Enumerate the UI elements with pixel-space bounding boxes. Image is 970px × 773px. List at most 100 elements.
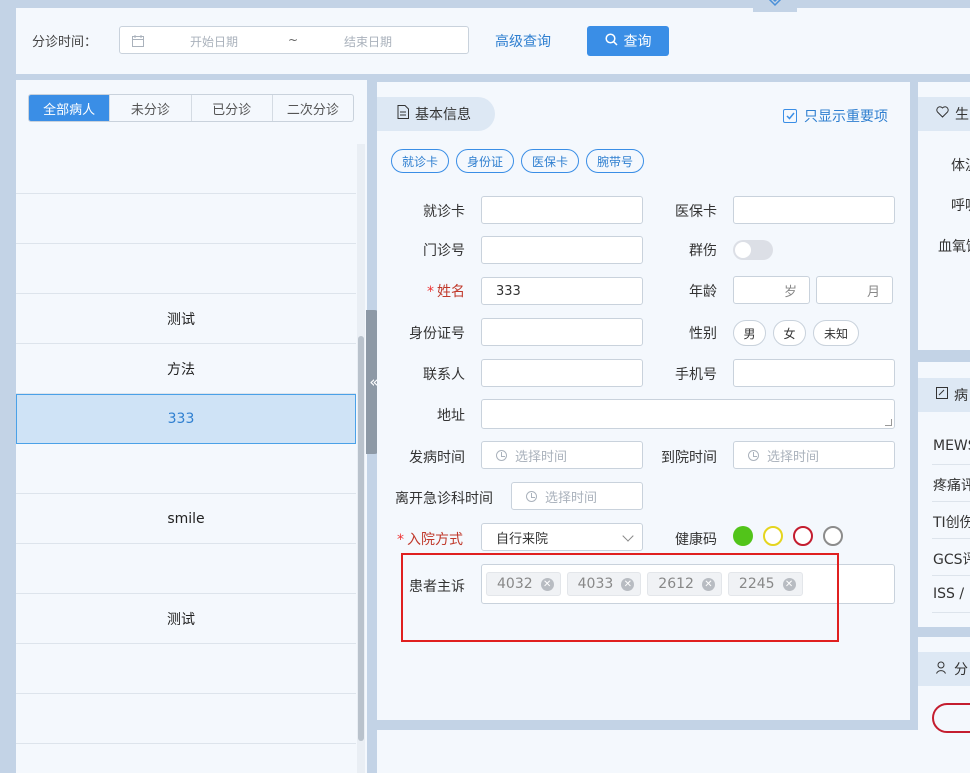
- triage-time-label: 分诊时间：: [32, 35, 98, 50]
- vitals-temp-label: 体温: [951, 158, 970, 174]
- divider: [932, 575, 970, 576]
- divider: [932, 538, 970, 539]
- chip-id-card[interactable]: 身份证: [456, 149, 515, 173]
- score-header: 病: [918, 378, 970, 412]
- search-icon: [604, 32, 618, 50]
- insurance-card-input[interactable]: [733, 196, 895, 224]
- chip-insurance-card[interactable]: 医保卡: [521, 149, 580, 173]
- edit-icon: [936, 387, 948, 403]
- divider: [932, 501, 970, 502]
- patient-list: 测试 方法 333 smile 测试: [16, 144, 356, 744]
- score-gcs[interactable]: GCS评: [933, 549, 970, 569]
- list-item[interactable]: 测试: [16, 594, 356, 644]
- clock-icon: [526, 490, 537, 502]
- triage-header: 分: [918, 652, 970, 686]
- name-input[interactable]: 333: [481, 277, 643, 305]
- visit-card-input[interactable]: [481, 196, 643, 224]
- document-icon: [397, 105, 409, 123]
- card-type-chips: 就诊卡 身份证 医保卡 腕带号: [391, 149, 645, 173]
- arrival-time-input[interactable]: 选择时间: [733, 441, 895, 469]
- age-months-input[interactable]: 月: [816, 276, 893, 304]
- phone-label: 手机号: [675, 367, 717, 383]
- tab-not-triaged[interactable]: 未分诊: [110, 95, 192, 121]
- arrival-time-label: 到院时间: [661, 450, 717, 466]
- end-date-input[interactable]: 结束日期: [344, 33, 392, 50]
- list-item[interactable]: 测试: [16, 294, 356, 344]
- date-range-picker[interactable]: 开始日期 ~ 结束日期: [119, 26, 469, 54]
- filter-bar: 分诊时间： 开始日期 ~ 结束日期 高级查询 查询: [16, 8, 970, 74]
- patient-list-scrollbar[interactable]: [357, 144, 365, 773]
- list-item[interactable]: [16, 194, 356, 244]
- gender-male-button[interactable]: 男: [733, 320, 766, 346]
- admission-mode-select[interactable]: 自行来院: [481, 523, 643, 551]
- vitals-panel: 生 体温 呼吸 血氧饱: [918, 82, 970, 350]
- chip-visit-card[interactable]: 就诊卡: [391, 149, 450, 173]
- patient-list-panel: 全部病人 未分诊 已分诊 二次分诊 测试 方法 333 smile 测试: [16, 80, 367, 773]
- mass-injury-label: 群伤: [689, 243, 717, 259]
- health-code-yellow[interactable]: [763, 526, 783, 546]
- only-important-checkbox[interactable]: 只显示重要项: [783, 106, 888, 126]
- leave-time-input[interactable]: 选择时间: [511, 482, 643, 510]
- tab-triaged[interactable]: 已分诊: [192, 95, 273, 121]
- list-item[interactable]: [16, 644, 356, 694]
- list-item[interactable]: smile: [16, 494, 356, 544]
- insurance-card-label: 医保卡: [675, 204, 717, 220]
- date-separator: ~: [288, 33, 299, 47]
- health-code-gray[interactable]: [823, 526, 843, 546]
- calendar-icon: [132, 35, 144, 51]
- list-item[interactable]: 方法: [16, 344, 356, 394]
- gender-label: 性别: [689, 326, 717, 342]
- list-item-selected[interactable]: 333: [16, 394, 356, 444]
- chevron-down-icon: [768, 0, 782, 7]
- score-ti[interactable]: TI创伤: [933, 512, 970, 532]
- divider: [932, 464, 970, 465]
- chip-wristband[interactable]: 腕带号: [586, 149, 645, 173]
- age-years-input[interactable]: 岁: [733, 276, 810, 304]
- admission-mode-label: * 入院方式: [397, 532, 463, 548]
- leave-time-label: 离开急诊科时间: [395, 491, 493, 507]
- chevron-down-icon: [622, 530, 634, 542]
- score-mews[interactable]: MEWS: [933, 438, 970, 454]
- advanced-search-link[interactable]: 高级查询: [495, 31, 551, 51]
- address-label: 地址: [437, 408, 465, 424]
- health-code-label: 健康码: [675, 532, 717, 548]
- tab-all-patients[interactable]: 全部病人: [29, 95, 111, 121]
- tab-secondary-triage[interactable]: 二次分诊: [273, 95, 353, 121]
- highlight-box: [401, 553, 839, 642]
- list-item[interactable]: [16, 544, 356, 594]
- start-date-input[interactable]: 开始日期: [190, 33, 238, 50]
- divider: [932, 612, 970, 613]
- triage-level-button[interactable]: [932, 703, 970, 733]
- gender-female-button[interactable]: 女: [773, 320, 806, 346]
- checkbox-checked-icon: [783, 109, 797, 123]
- onset-time-input[interactable]: 选择时间: [481, 441, 643, 469]
- search-button[interactable]: 查询: [587, 26, 669, 56]
- phone-input[interactable]: [733, 359, 895, 387]
- onset-time-label: 发病时间: [409, 450, 465, 466]
- contact-input[interactable]: [481, 359, 643, 387]
- search-button-label: 查询: [623, 34, 652, 50]
- address-textarea[interactable]: [481, 399, 895, 429]
- id-no-input[interactable]: [481, 318, 643, 346]
- score-iss[interactable]: ISS /: [933, 586, 964, 602]
- list-item[interactable]: [16, 244, 356, 294]
- only-important-label: 只显示重要项: [804, 109, 888, 125]
- health-code-green[interactable]: [733, 526, 753, 546]
- outpatient-no-input[interactable]: [481, 236, 643, 264]
- vitals-resp-label: 呼吸: [951, 198, 970, 214]
- name-label: * 姓名: [427, 284, 465, 300]
- list-item[interactable]: [16, 694, 356, 744]
- scrollbar-thumb[interactable]: [358, 336, 364, 741]
- mass-injury-toggle[interactable]: [733, 240, 773, 260]
- filter-collapse-handle[interactable]: [753, 0, 797, 12]
- list-item[interactable]: [16, 144, 356, 194]
- gender-unknown-button[interactable]: 未知: [813, 320, 859, 346]
- vitals-spo2-label: 血氧饱: [938, 239, 970, 255]
- age-label: 年龄: [689, 284, 717, 300]
- bottom-panel: [377, 730, 970, 773]
- patient-filter-tabs: 全部病人 未分诊 已分诊 二次分诊: [28, 94, 354, 122]
- id-no-label: 身份证号: [409, 326, 465, 342]
- health-code-red[interactable]: [793, 526, 813, 546]
- list-item[interactable]: [16, 444, 356, 494]
- score-pain[interactable]: 疼痛评: [933, 475, 970, 495]
